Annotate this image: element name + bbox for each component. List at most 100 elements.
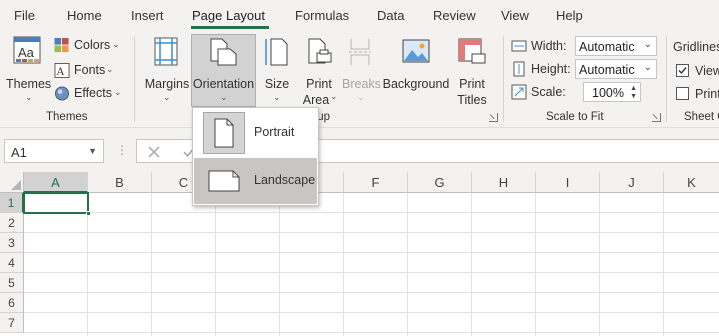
row-header-5[interactable]: 5: [0, 273, 24, 293]
height-combo[interactable]: Automatic ⌄: [575, 59, 657, 79]
menu-item-landscape[interactable]: Landscape: [194, 158, 317, 204]
effects-button[interactable]: Effects ⌄: [54, 84, 124, 104]
gridline: [471, 193, 472, 336]
name-box-value: A1: [11, 145, 27, 160]
gridlines-print-checkbox[interactable]: [676, 87, 689, 100]
gridline: [663, 193, 664, 336]
themes-button[interactable]: Aa Themes ⌄: [6, 34, 52, 106]
gridline: [343, 193, 344, 336]
colors-button[interactable]: Colors ⌄: [54, 36, 124, 56]
chevron-down-icon: ⌄: [163, 92, 171, 102]
landscape-label: Landscape: [254, 173, 316, 187]
tab-help[interactable]: Help: [556, 8, 583, 23]
column-header-a[interactable]: A: [24, 172, 88, 193]
print-area-icon: [308, 38, 332, 64]
gridline: [24, 212, 719, 213]
width-value: Automatic: [579, 40, 635, 54]
x-icon: [148, 146, 160, 158]
height-icon: [513, 61, 525, 77]
print-titles-label-1: Print: [459, 77, 485, 91]
tab-file[interactable]: File: [14, 8, 35, 23]
name-box[interactable]: A1 ▼: [4, 139, 104, 163]
themes-group-label: Themes: [46, 111, 88, 123]
gridlines-label: Gridlines: [673, 40, 719, 54]
colors-label: Colors: [74, 38, 111, 52]
row-header-1[interactable]: 1: [0, 193, 24, 213]
row-header-3[interactable]: 3: [0, 233, 24, 253]
gridline: [215, 193, 216, 336]
scale-to-fit-dialog-launcher-icon[interactable]: [652, 113, 661, 122]
formula-bar: A1 ▼ ⋮: [0, 128, 719, 172]
colors-icon: [54, 38, 69, 53]
chevron-down-icon: ⌄: [112, 39, 120, 49]
orientation-button[interactable]: Orientation ⌄: [191, 34, 256, 107]
worksheet-grid[interactable]: A B C D E F G H I J K 1 2 3 4 5 6 7: [0, 172, 719, 336]
row-header-7[interactable]: 7: [0, 313, 24, 333]
gridlines-print-label: Print: [695, 87, 719, 101]
menu-item-portrait[interactable]: Portrait: [194, 110, 317, 156]
gridline: [24, 292, 719, 293]
portrait-label: Portrait: [254, 125, 295, 139]
row-header-2[interactable]: 2: [0, 213, 24, 233]
tab-formulas[interactable]: Formulas: [295, 8, 349, 23]
group-separator: [134, 36, 135, 122]
row-header-6[interactable]: 6: [0, 293, 24, 313]
column-header-j[interactable]: J: [600, 172, 664, 193]
column-header-g[interactable]: G: [408, 172, 472, 193]
height-value: Automatic: [579, 63, 635, 77]
print-area-label-1: Print: [306, 77, 332, 91]
tab-review[interactable]: Review: [433, 8, 476, 23]
print-titles-label-2: Titles: [457, 93, 487, 107]
group-separator: [666, 36, 667, 122]
gridline: [151, 193, 152, 336]
width-label: Width:: [531, 39, 567, 53]
width-combo[interactable]: Automatic ⌄: [575, 36, 657, 56]
page-setup-dialog-launcher-icon[interactable]: [489, 113, 498, 122]
column-header-k[interactable]: K: [664, 172, 719, 193]
orientation-label: Orientation: [192, 77, 255, 91]
fonts-button[interactable]: A Fonts ⌄: [54, 61, 124, 81]
themes-label: Themes: [6, 77, 52, 91]
gridline: [24, 252, 719, 253]
sheet-options-group-label: Sheet O: [684, 111, 719, 123]
ribbon-tab-bar: File Home Insert Page Layout Formulas Da…: [0, 0, 719, 30]
scale-spinner[interactable]: 100% ▲ ▼: [583, 82, 641, 102]
portrait-page-icon: [203, 112, 245, 154]
column-header-f[interactable]: F: [344, 172, 408, 193]
column-header-i[interactable]: I: [536, 172, 600, 193]
tab-page-layout[interactable]: Page Layout: [192, 8, 265, 23]
gridline: [24, 272, 719, 273]
print-titles-button[interactable]: Print Titles: [452, 34, 492, 107]
fill-handle[interactable]: [86, 211, 91, 216]
tab-view[interactable]: View: [501, 8, 529, 23]
scale-label: Scale:: [531, 85, 566, 99]
row-header-4[interactable]: 4: [0, 253, 24, 273]
column-header-b[interactable]: B: [88, 172, 152, 193]
spin-down-icon[interactable]: ▼: [630, 93, 637, 101]
breaks-button: Breaks ⌄: [342, 34, 381, 106]
select-all-corner[interactable]: [0, 172, 24, 193]
chevron-down-icon: ⌄: [220, 92, 228, 102]
width-icon: [511, 40, 527, 52]
column-header-h[interactable]: H: [472, 172, 536, 193]
height-label: Height:: [531, 62, 571, 76]
background-button[interactable]: Background: [382, 34, 450, 106]
gridlines-view-checkbox[interactable]: [676, 64, 689, 77]
print-area-button[interactable]: Print Area ⌄: [298, 34, 340, 107]
ribbon: Aa Themes ⌄ Colors ⌄ A Fonts ⌄ Effects ⌄…: [0, 30, 719, 128]
chevron-down-icon: ⌄: [106, 64, 114, 74]
orientation-menu: Portrait Landscape: [192, 107, 319, 206]
breaks-label: Breaks: [342, 77, 381, 91]
active-cell-a1[interactable]: [23, 192, 89, 214]
tab-insert[interactable]: Insert: [131, 8, 164, 23]
spin-up-icon[interactable]: ▲: [630, 85, 637, 93]
effects-icon: [54, 86, 70, 101]
gridline: [407, 193, 408, 336]
chevron-down-icon: ⌄: [273, 92, 281, 102]
tab-home[interactable]: Home: [67, 8, 102, 23]
margins-label: Margins: [144, 77, 190, 91]
size-button[interactable]: Size ⌄: [260, 34, 294, 106]
checkmark-icon: [678, 67, 687, 75]
tab-data[interactable]: Data: [377, 8, 404, 23]
margins-button[interactable]: Margins ⌄: [144, 34, 190, 106]
